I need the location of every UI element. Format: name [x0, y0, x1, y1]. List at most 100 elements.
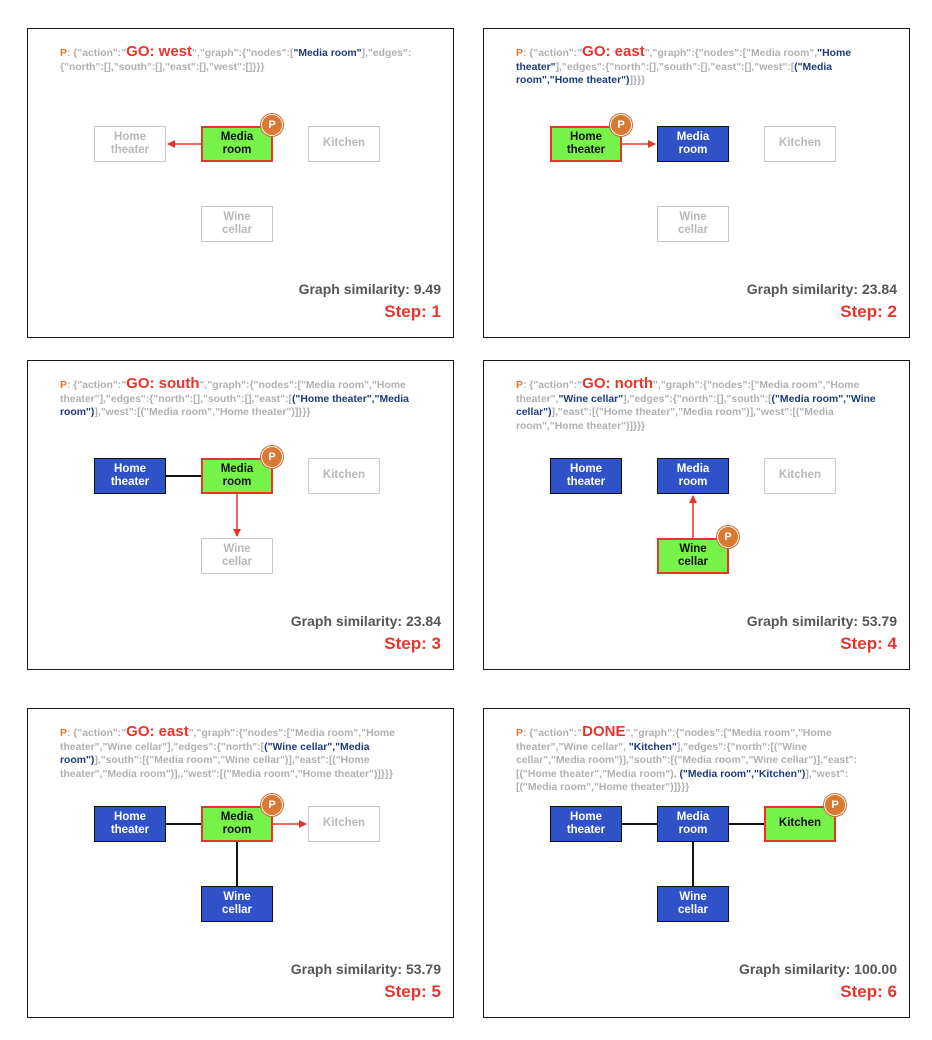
- graph-similarity-label: Graph similarity:: [298, 281, 410, 297]
- action-graph-text: P: {"action":"GO: east","graph":{"nodes"…: [516, 43, 876, 88]
- node-media-room: Media room: [657, 458, 729, 494]
- graph-similarity: Graph similarity: 53.79: [291, 961, 441, 977]
- new-graph-item: "Kitchen": [628, 741, 677, 753]
- step-value: 3: [431, 634, 441, 653]
- node-wine-cellar: Wine cellar: [201, 886, 273, 922]
- player-prefix: P: [60, 728, 67, 739]
- graph-similarity-label: Graph similarity:: [290, 961, 403, 977]
- step-counter: Step: 1: [384, 302, 441, 322]
- player-badge: P: [610, 114, 632, 136]
- step-counter: Step: 2: [840, 302, 897, 322]
- graph-similarity: Graph similarity: 23.84: [291, 613, 441, 629]
- graph-text: : {"action":": [522, 380, 583, 391]
- graph-text: ]}}}: [629, 75, 646, 87]
- graph-text: : {"action":": [66, 48, 127, 59]
- graph-text: ","graph":{"nodes":[: [192, 48, 294, 59]
- step-panel: P: {"action":"DONE","graph":{"nodes":["M…: [483, 708, 910, 1018]
- player-badge: P: [261, 114, 283, 136]
- step-counter: Step: 4: [840, 634, 897, 654]
- step-label: Step:: [840, 302, 883, 321]
- graph-similarity-value: 23.84: [405, 613, 441, 629]
- graph-text: ],"south":[("Media room","Wine cellar")]…: [60, 755, 394, 780]
- step-counter: Step: 6: [840, 982, 897, 1002]
- step-panel: P: {"action":"GO: east","graph":{"nodes"…: [27, 708, 454, 1018]
- graph-similarity: Graph similarity: 9.49: [299, 281, 441, 297]
- graph-text: ],"edges":{"north":[],"south":[: [623, 393, 772, 405]
- action-label: GO: south: [126, 375, 200, 392]
- node-kitchen: Kitchen: [308, 458, 380, 494]
- graph-similarity-value: 9.49: [413, 281, 441, 297]
- graph-similarity-value: 53.79: [861, 613, 897, 629]
- action-label: GO: east: [126, 723, 189, 740]
- action-graph-text: P: {"action":"DONE","graph":{"nodes":["M…: [516, 723, 876, 795]
- node-kitchen: Kitchen: [764, 458, 836, 494]
- step-value: 6: [887, 982, 897, 1001]
- node-kitchen: Kitchen: [308, 126, 380, 162]
- graph-text: : {"action":": [66, 728, 127, 739]
- step-value: 5: [431, 982, 441, 1001]
- action-label: DONE: [582, 723, 626, 740]
- player-badge: P: [717, 526, 739, 548]
- action-graph-text: P: {"action":"GO: north","graph":{"nodes…: [516, 375, 876, 433]
- node-media-room: Media room: [657, 126, 729, 162]
- player-prefix: P: [60, 380, 67, 391]
- action-graph-text: P: {"action":"GO: east","graph":{"nodes"…: [60, 723, 420, 781]
- step-counter: Step: 5: [384, 982, 441, 1002]
- step-label: Step:: [384, 634, 427, 653]
- graph-similarity: Graph similarity: 23.84: [747, 281, 897, 297]
- player-badge: P: [261, 794, 283, 816]
- node-home-theater: Home theater: [550, 458, 622, 494]
- node-kitchen: Kitchen: [764, 126, 836, 162]
- node-wine-cellar: Wine cellar: [657, 206, 729, 242]
- graph-text: ","graph":{"nodes":["Media room",: [644, 48, 818, 59]
- step-value: 1: [431, 302, 441, 321]
- graph-text: : {"action":": [522, 48, 583, 59]
- step-value: 2: [887, 302, 897, 321]
- graph-similarity-label: Graph similarity:: [746, 613, 859, 629]
- step-panel: P: {"action":"GO: south","graph":{"nodes…: [27, 360, 454, 670]
- graph-similarity-value: 100.00: [854, 961, 897, 977]
- graph-similarity: Graph similarity: 53.79: [747, 613, 897, 629]
- step-panel-grid: P: {"action":"GO: west","graph":{"nodes"…: [0, 0, 932, 1040]
- step-panel: P: {"action":"GO: north","graph":{"nodes…: [483, 360, 910, 670]
- graph-similarity: Graph similarity: 100.00: [739, 961, 897, 977]
- step-value: 4: [887, 634, 897, 653]
- graph-similarity-value: 53.79: [405, 961, 441, 977]
- action-label: GO: west: [126, 43, 193, 60]
- graph-similarity-value: 23.84: [861, 281, 897, 297]
- node-kitchen: Kitchen: [308, 806, 380, 842]
- step-label: Step:: [840, 634, 883, 653]
- node-wine-cellar: Wine cellar: [201, 206, 273, 242]
- player-badge: P: [824, 794, 846, 816]
- step-label: Step:: [384, 982, 427, 1001]
- step-label: Step:: [384, 302, 427, 321]
- graph-text: ],"west":[("Media room","Home theater")]…: [94, 407, 311, 419]
- new-graph-item: "Wine cellar": [558, 393, 624, 405]
- graph-text: : {"action":": [522, 728, 583, 739]
- graph-text: ],"east":[("Home theater","Media room")]…: [516, 407, 834, 432]
- new-graph-item: "Media room": [293, 48, 362, 59]
- node-home-theater: Home theater: [550, 806, 622, 842]
- new-graph-item: ("Media room","Kitchen"): [679, 768, 806, 780]
- step-label: Step:: [840, 982, 883, 1001]
- action-label: GO: east: [582, 43, 645, 60]
- node-home-theater: Home theater: [94, 806, 166, 842]
- player-prefix: P: [516, 380, 523, 391]
- action-graph-text: P: {"action":"GO: south","graph":{"nodes…: [60, 375, 420, 420]
- node-wine-cellar: Wine cellar: [201, 538, 273, 574]
- node-home-theater: Home theater: [94, 458, 166, 494]
- graph-text: ],"edges":{"north":[],"south":[],"east":…: [555, 61, 795, 73]
- graph-similarity-label: Graph similarity:: [739, 961, 851, 977]
- node-wine-cellar: Wine cellar: [657, 886, 729, 922]
- node-home-theater: Home theater: [94, 126, 166, 162]
- player-prefix: P: [516, 728, 523, 739]
- step-panel: P: {"action":"GO: west","graph":{"nodes"…: [27, 28, 454, 338]
- step-counter: Step: 3: [384, 634, 441, 654]
- player-badge: P: [261, 446, 283, 468]
- graph-similarity-label: Graph similarity:: [290, 613, 403, 629]
- step-panel: P : {"action":"GO: east","graph":{"nodes"…: [483, 28, 910, 338]
- action-label: GO: north: [582, 375, 653, 392]
- graph-text: : {"action":": [66, 380, 127, 391]
- player-prefix: P: [60, 48, 67, 59]
- graph-similarity-label: Graph similarity:: [746, 281, 859, 297]
